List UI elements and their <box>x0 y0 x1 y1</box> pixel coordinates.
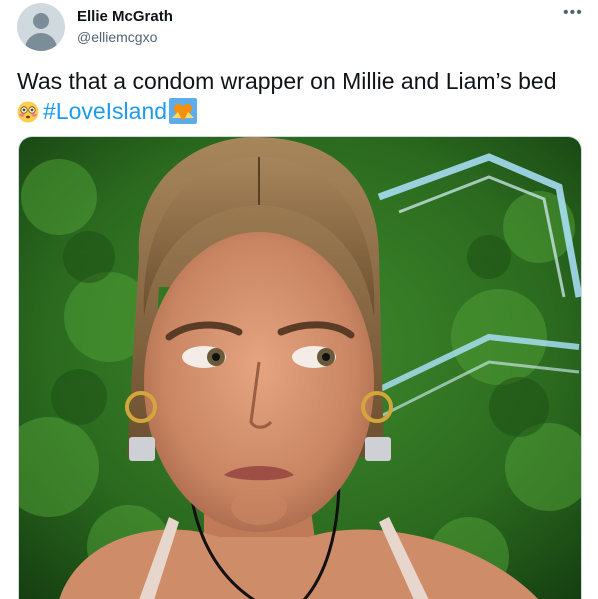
avatar-head-shape <box>33 13 49 29</box>
tweet-text: Was that a condom wrapper on Millie and … <box>17 66 587 126</box>
tweet-text-line: Was that a condom wrapper on Millie and … <box>17 68 557 94</box>
photo-icon <box>19 137 581 599</box>
tweet-media-image[interactable] <box>18 136 582 599</box>
avatar-body-shape <box>25 33 57 51</box>
more-options-icon[interactable]: ••• <box>563 4 583 22</box>
author-handle[interactable]: @elliemcgxo <box>77 29 157 45</box>
author-name[interactable]: Ellie McGrath <box>77 8 173 25</box>
heart-hands-icon <box>169 98 198 124</box>
hashtag-link[interactable]: #LoveIsland <box>43 98 167 124</box>
avatar[interactable] <box>17 3 65 51</box>
flushed-face-icon <box>17 101 39 123</box>
